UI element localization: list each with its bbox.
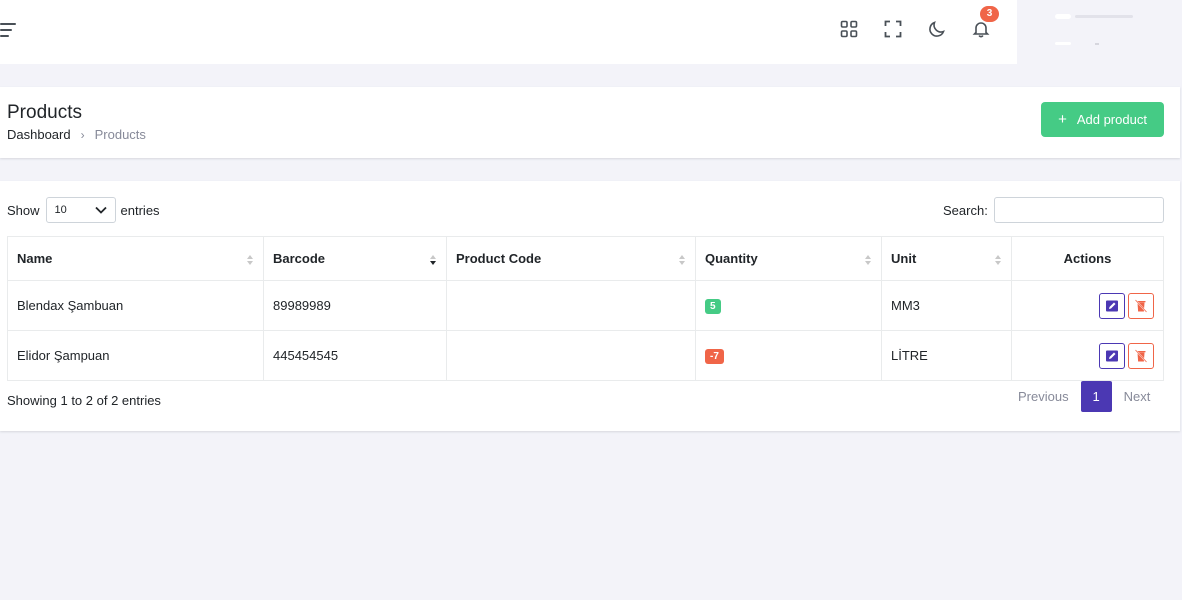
cell-barcode: 89989989 xyxy=(263,280,447,331)
add-product-label: Add product xyxy=(1076,112,1147,127)
edit-button[interactable] xyxy=(1099,292,1125,319)
table-header-row: Name Barcode Product Code Quantity Unit … xyxy=(7,236,1164,281)
cell-quantity: 5 xyxy=(695,280,882,331)
table-row: Elidor Şampuan 445454545 -7 LİTRE xyxy=(7,330,1164,381)
cell-actions xyxy=(1011,330,1164,381)
user-role-placeholder xyxy=(1055,42,1071,45)
cell-name: Elidor Şampuan xyxy=(7,330,264,381)
search-input[interactable] xyxy=(993,197,1164,223)
table-info: Showing 1 to 2 of 2 entries xyxy=(7,393,161,408)
cell-unit: MM3 xyxy=(881,280,1012,331)
page-title-card: Products Dashboard › Products + Add prod… xyxy=(0,87,1180,158)
avatar xyxy=(1055,14,1071,19)
search-control: Search: xyxy=(943,197,1164,223)
breadcrumb-products: Products xyxy=(94,127,146,142)
cell-barcode: 445454545 xyxy=(263,330,447,381)
breadcrumb-dashboard[interactable]: Dashboard xyxy=(7,127,71,142)
sort-icon xyxy=(995,255,1001,265)
edit-button[interactable] xyxy=(1099,342,1125,369)
user-name-placeholder xyxy=(1075,15,1133,18)
cell-name: Blendax Şambuan xyxy=(7,280,264,331)
apps-grid-icon[interactable] xyxy=(837,17,861,41)
column-header-name[interactable]: Name xyxy=(7,236,264,281)
column-header-quantity[interactable]: Quantity xyxy=(695,236,882,281)
column-header-actions: Actions xyxy=(1011,236,1164,281)
page-title: Products xyxy=(7,102,82,123)
delete-icon xyxy=(1134,298,1148,313)
show-label: Show xyxy=(7,202,40,218)
next-page-button[interactable]: Next xyxy=(1112,381,1163,412)
moon-icon[interactable] xyxy=(925,17,949,41)
plus-icon: + xyxy=(1058,111,1067,128)
search-label: Search: xyxy=(943,202,988,218)
table-row: Blendax Şambuan 89989989 5 MM3 xyxy=(7,280,1164,331)
pagination: Previous 1 Next xyxy=(1006,381,1162,412)
notification-badge: 3 xyxy=(980,6,999,22)
previous-page-button[interactable]: Previous xyxy=(1006,381,1081,412)
delete-button[interactable] xyxy=(1128,292,1154,319)
cell-product-code xyxy=(446,330,696,381)
cell-quantity: -7 xyxy=(695,330,882,381)
quantity-badge: 5 xyxy=(705,299,721,314)
sort-icon xyxy=(679,255,685,265)
products-table-card: Show 10 entries Search: Name Barcode Pro… xyxy=(0,181,1180,431)
cell-actions xyxy=(1011,280,1164,331)
entries-label: entries xyxy=(120,202,160,218)
delete-button[interactable] xyxy=(1128,342,1154,369)
sort-icon xyxy=(247,255,253,265)
page-button-current[interactable]: 1 xyxy=(1080,381,1112,412)
column-header-unit[interactable]: Unit xyxy=(881,236,1012,281)
cell-product-code xyxy=(446,280,696,331)
add-product-button[interactable]: + Add product xyxy=(1041,102,1164,137)
column-header-barcode[interactable]: Barcode xyxy=(263,236,447,281)
delete-icon xyxy=(1134,348,1148,363)
topbar: 3 xyxy=(0,0,1017,64)
chevron-down-icon xyxy=(94,206,107,214)
menu-toggle-icon[interactable] xyxy=(0,22,18,40)
chevron-right-icon: › xyxy=(80,127,85,142)
length-control: Show 10 entries xyxy=(7,197,160,223)
entries-select-value: 10 xyxy=(54,204,67,216)
sort-desc-icon xyxy=(430,255,436,265)
edit-icon xyxy=(1106,300,1118,311)
products-table: Name Barcode Product Code Quantity Unit … xyxy=(7,236,1164,381)
user-role-dot xyxy=(1095,43,1099,45)
quantity-badge: -7 xyxy=(705,349,724,364)
user-profile-menu[interactable] xyxy=(1017,0,1182,64)
breadcrumb: Dashboard › Products xyxy=(7,127,146,142)
fullscreen-icon[interactable] xyxy=(881,17,905,41)
sort-icon xyxy=(865,255,871,265)
column-header-product-code[interactable]: Product Code xyxy=(446,236,696,281)
edit-icon xyxy=(1106,350,1118,361)
entries-select[interactable]: 10 xyxy=(45,197,116,223)
cell-unit: LİTRE xyxy=(881,330,1012,381)
